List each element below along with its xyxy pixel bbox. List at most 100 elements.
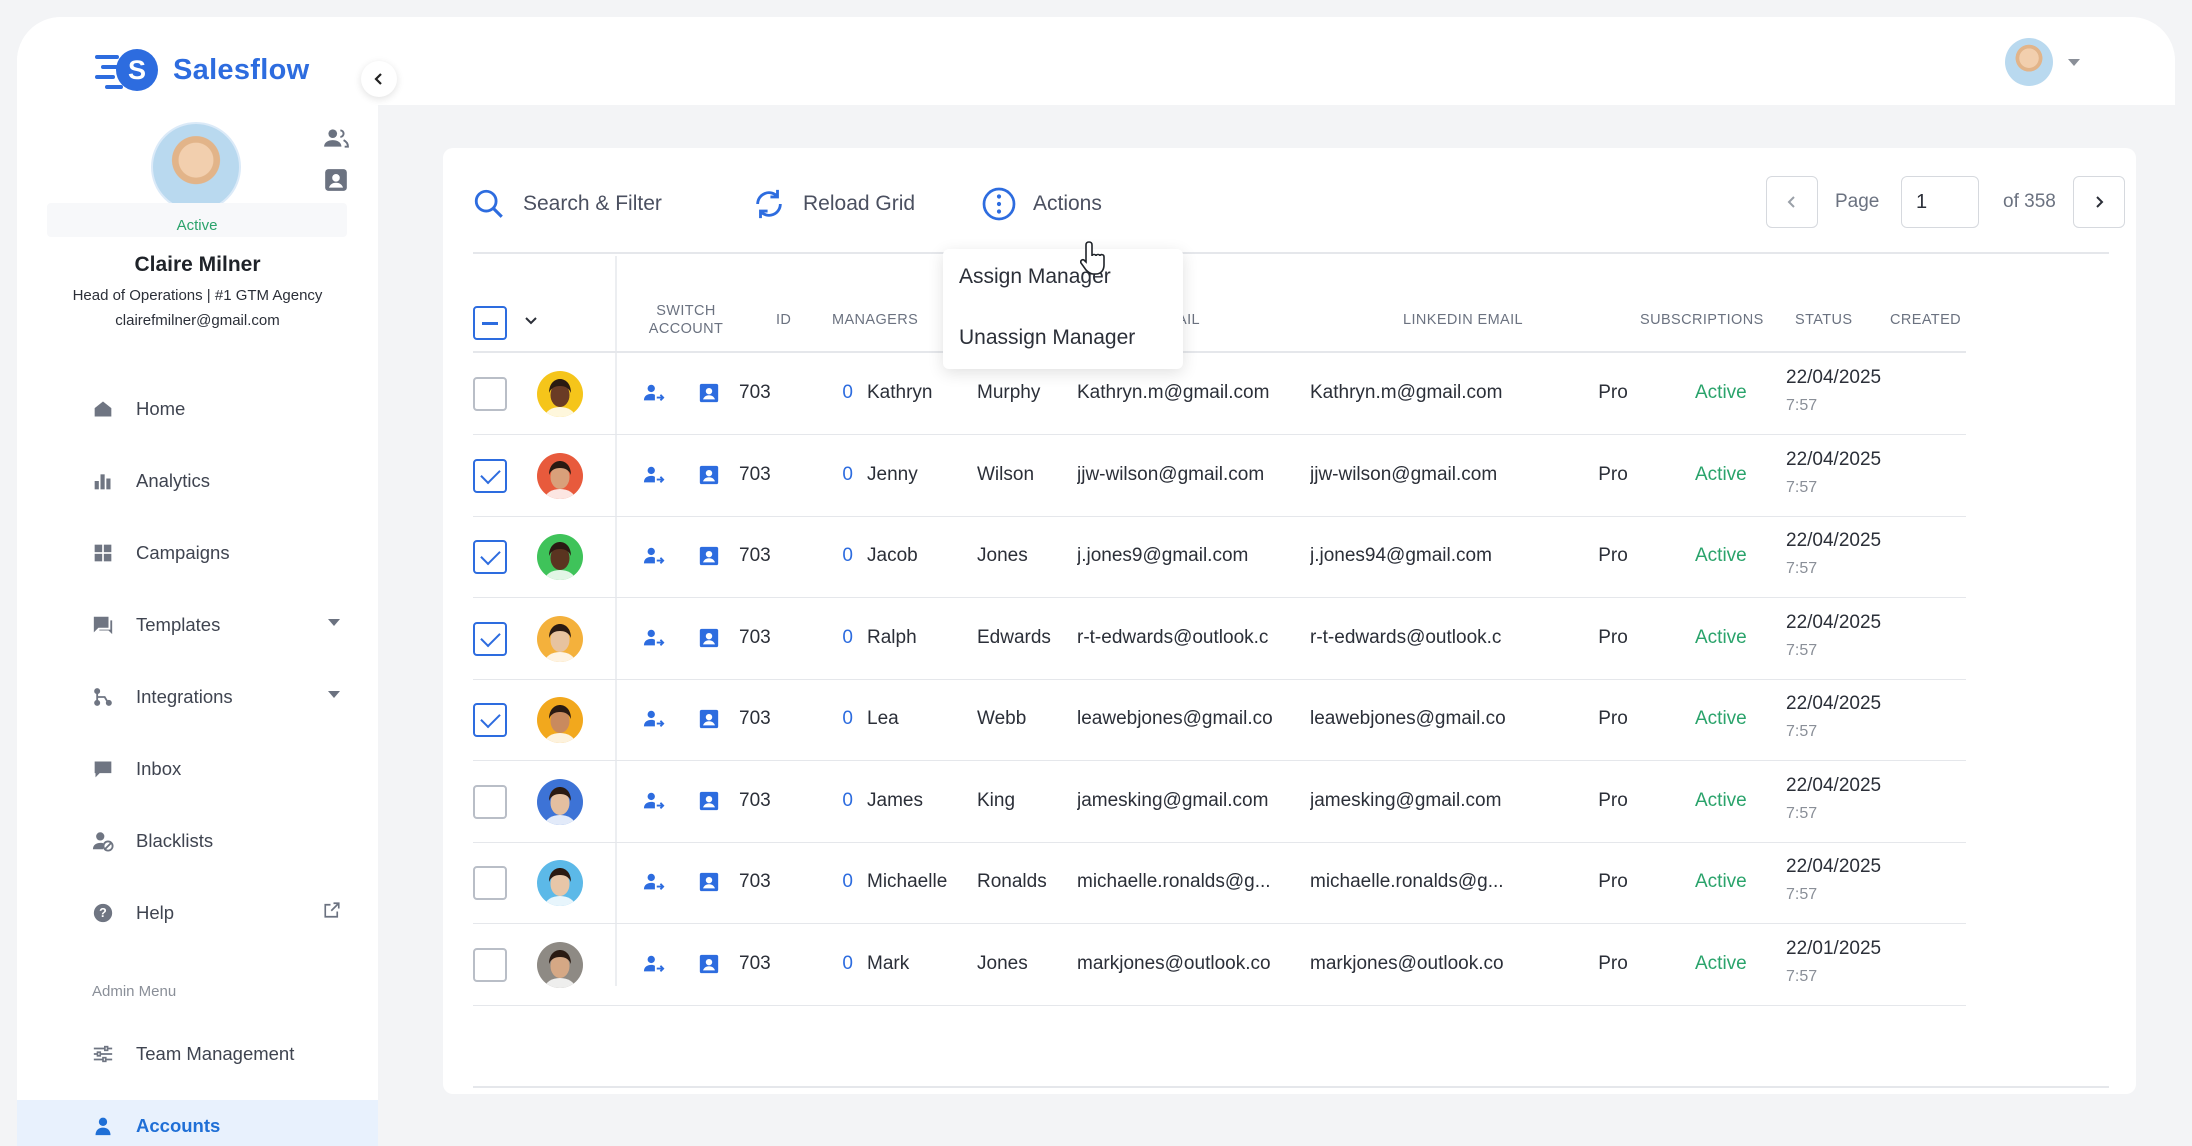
cell-managers[interactable]: 0 (813, 953, 853, 975)
header-switch-account[interactable]: SWITCH ACCOUNT (631, 302, 741, 338)
search-filter-button[interactable]: Search & Filter (471, 184, 662, 224)
contact-card-icon[interactable] (698, 545, 720, 572)
table-row[interactable]: 703 0 Kathryn Murphy Kathryn.m@gmail.com Kath… (473, 353, 1966, 435)
reload-icon (751, 186, 787, 222)
row-checkbox[interactable] (473, 540, 507, 574)
row-checkbox[interactable] (473, 458, 507, 493)
cell-managers[interactable]: 0 (813, 871, 853, 893)
prev-page-button[interactable] (1766, 176, 1818, 228)
table-row[interactable]: 703 0 Mark Jones markjones@outlook.co markjon… (473, 924, 1966, 1006)
profile-avatar[interactable] (151, 122, 241, 212)
reload-grid-button[interactable]: Reload Grid (751, 184, 915, 224)
nav-item-inbox[interactable]: Inbox (17, 743, 378, 795)
avatar (537, 615, 583, 662)
contact-card-icon[interactable] (698, 627, 720, 654)
nav-item-help[interactable]: ? Help (17, 887, 378, 939)
nav-item-label: Accounts (136, 1115, 221, 1136)
next-page-button[interactable] (2073, 176, 2125, 228)
row-checkbox[interactable] (473, 621, 507, 656)
nav-item-blacklists[interactable]: Blacklists (17, 815, 378, 867)
cell-id: 703 (739, 789, 771, 811)
header-id[interactable]: ID (776, 311, 791, 329)
admin-menu-label: Admin Menu (92, 983, 177, 1000)
contact-card-icon[interactable] (698, 464, 720, 491)
cell-first-name: Lea (867, 708, 899, 729)
hand-pointer-cursor-icon (1079, 240, 1110, 281)
profile-role: Head of Operations | #1 GTM Agency (72, 287, 323, 304)
switch-account-icon[interactable] (643, 627, 665, 654)
nav-item-home[interactable]: Home (17, 383, 378, 435)
actions-button[interactable]: Actions (981, 184, 1102, 224)
switch-account-icon[interactable] (643, 953, 665, 980)
salesflow-logo-icon: S (95, 49, 158, 91)
avatar (537, 941, 583, 988)
cell-subscription: Pro (1598, 626, 1628, 648)
contact-card-icon[interactable] (698, 871, 720, 898)
table-row[interactable]: 703 0 Jenny Wilson jjw-wilson@gmail.com jjw-w… (473, 435, 1966, 517)
cell-created-date: 22/01/2025 (1786, 937, 1882, 959)
contact-card-icon[interactable] (698, 953, 720, 980)
header-subscriptions[interactable]: SUBSCRIPTIONS (1640, 311, 1764, 329)
cell-managers[interactable]: 0 (813, 790, 853, 812)
cell-managers[interactable]: 0 (813, 464, 853, 486)
cell-status: Active (1695, 545, 1747, 566)
cell-managers[interactable]: 0 (813, 708, 853, 730)
user-menu-avatar[interactable] (2005, 38, 2053, 86)
page-total-label: of 358 (2003, 191, 2056, 212)
row-checkbox[interactable] (473, 377, 507, 411)
contact-card-icon[interactable] (323, 167, 349, 193)
table-row[interactable]: 703 0 Jacob Jones j.jones9@gmail.com j.jones9… (473, 516, 1966, 598)
collapse-sidebar-button[interactable] (361, 61, 397, 97)
nav-item-label: Blacklists (136, 830, 214, 851)
header-managers[interactable]: MANAGERS (832, 311, 918, 329)
unassign-manager-menu-item[interactable]: Unassign Manager (959, 326, 1135, 350)
nav-item-analytics[interactable]: Analytics (17, 455, 378, 507)
table-row[interactable]: 703 0 Michaelle Ronalds michaelle.ronalds@g.… (473, 842, 1966, 924)
switch-account-icon[interactable] (643, 871, 665, 898)
nav-item-team-management[interactable]: Team Management (17, 1028, 378, 1080)
nav-item-label: Inbox (136, 758, 182, 779)
switch-account-icon[interactable] (643, 382, 665, 409)
table-row[interactable]: 703 0 James King jamesking@gmail.com jameskin… (473, 761, 1966, 843)
cell-created-date: 22/04/2025 (1786, 530, 1882, 551)
nav-item-label: Integrations (136, 686, 233, 707)
nav-item-integrations[interactable]: Integrations (17, 671, 378, 723)
avatar (537, 452, 583, 499)
cell-created-time: 7:57 (1786, 886, 1818, 903)
cell-created-date: 22/04/2025 (1786, 611, 1882, 633)
chevron-down-icon[interactable] (2068, 59, 2080, 66)
switch-account-icon[interactable] (643, 464, 665, 491)
cell-managers[interactable]: 0 (813, 627, 853, 649)
switch-account-icon[interactable] (643, 790, 665, 817)
table-row[interactable]: 703 0 Lea Webb leawebjones@gmail.co leawebjon… (473, 679, 1966, 761)
header-created[interactable]: CREATED (1890, 311, 1961, 329)
logo[interactable]: S Salesflow (95, 47, 309, 93)
cell-email: leawebjones@gmail.co (1077, 708, 1273, 729)
table-row[interactable]: 703 0 Ralph Edwards r-t-edwards@outlook.c r-t… (473, 598, 1966, 680)
page-number-input[interactable] (1901, 176, 1979, 228)
select-all-checkbox[interactable] (473, 306, 507, 340)
header-linkedin-email[interactable]: LINKEDIN EMAIL (1403, 311, 1523, 329)
cell-subscription: Pro (1598, 463, 1628, 485)
nav-item-accounts[interactable]: Accounts (17, 1100, 378, 1146)
contact-card-icon[interactable] (698, 708, 720, 735)
contact-card-icon[interactable] (698, 382, 720, 409)
cell-email: j.jones9@gmail.com (1077, 545, 1249, 566)
profile-email: clairefmilner@gmail.com (115, 312, 280, 329)
row-checkbox[interactable] (473, 784, 507, 819)
row-checkbox[interactable] (473, 703, 507, 737)
switch-user-icon[interactable] (323, 125, 349, 151)
switch-account-icon[interactable] (643, 545, 665, 572)
nav-item-templates[interactable]: Templates (17, 599, 378, 651)
row-checkbox[interactable] (473, 947, 507, 982)
row-checkbox[interactable] (473, 866, 507, 900)
contact-card-icon[interactable] (698, 790, 720, 817)
grid-icon (92, 542, 114, 564)
cell-managers[interactable]: 0 (813, 382, 853, 404)
switch-account-icon[interactable] (643, 708, 665, 735)
cell-subscription: Pro (1598, 952, 1628, 974)
cell-managers[interactable]: 0 (813, 545, 853, 567)
select-options-chevron-icon[interactable] (523, 312, 539, 333)
header-status[interactable]: STATUS (1795, 311, 1852, 329)
nav-item-campaigns[interactable]: Campaigns (17, 527, 378, 579)
